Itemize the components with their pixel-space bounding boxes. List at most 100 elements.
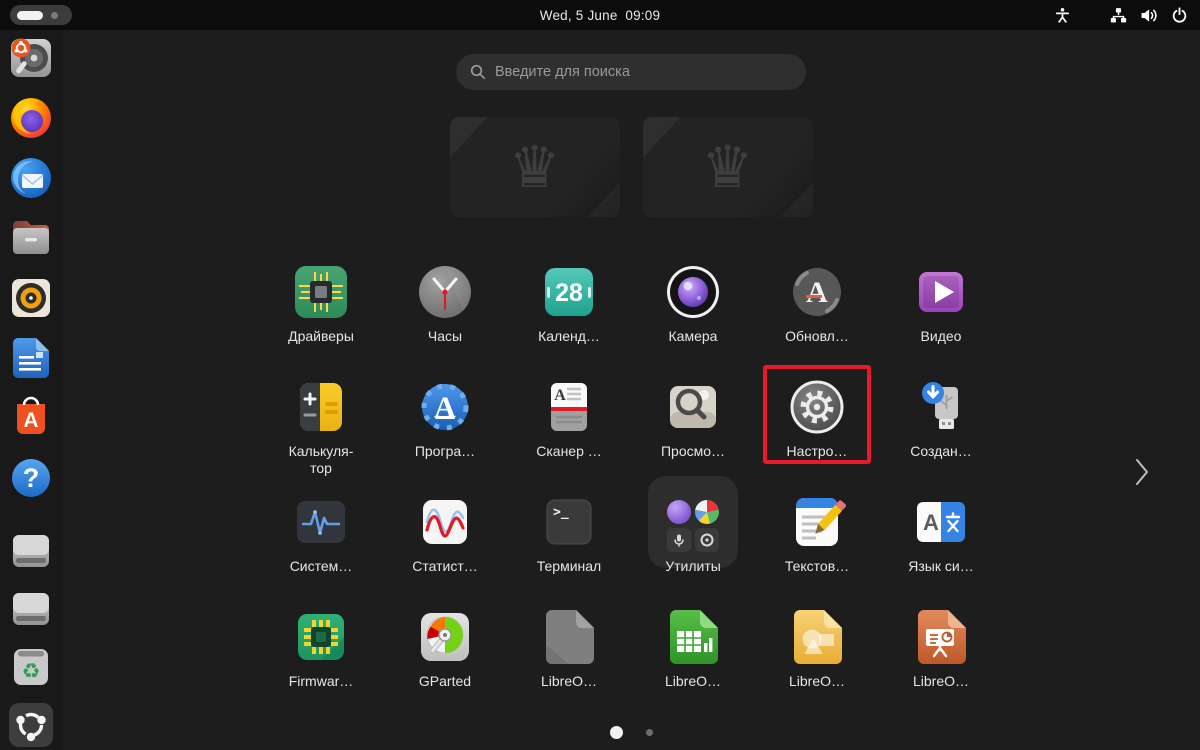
app-label: Сканер … <box>536 443 602 459</box>
app-label: LibreO… <box>540 673 598 689</box>
app-software-updater[interactable]: A Обновл… <box>755 252 879 367</box>
document-scanner-icon: A <box>551 383 587 431</box>
libreoffice-calc-icon <box>670 610 718 664</box>
app-text-editor[interactable]: Текстов… <box>755 482 879 597</box>
system-tray[interactable] <box>1054 0 1188 30</box>
app-settings[interactable]: Настро… <box>755 365 879 482</box>
app-gparted[interactable]: GParted <box>383 597 507 712</box>
app-drivers[interactable]: Драйверы <box>259 252 383 367</box>
app-terminal[interactable]: >_ Терминал <box>507 482 631 597</box>
app-label: LibreO… <box>912 673 970 689</box>
software-store-icon: A <box>421 383 469 431</box>
dock-ubuntu-installer[interactable] <box>7 34 55 82</box>
search-bar[interactable] <box>456 54 806 90</box>
mini-microphone-icon <box>667 528 691 552</box>
libreoffice-startcenter-icon <box>546 610 594 664</box>
mini-pie-chart-icon <box>695 500 719 524</box>
app-camera[interactable]: Камера <box>631 252 755 367</box>
svg-text:A: A <box>554 387 566 404</box>
app-label: Часы <box>427 328 463 344</box>
dock-trash[interactable]: ♻ <box>7 643 55 691</box>
video-player-icon <box>919 272 963 312</box>
dock-help[interactable]: ? <box>7 454 55 502</box>
network-wired-icon[interactable] <box>1110 7 1127 24</box>
dock-libreoffice-writer[interactable] <box>7 334 55 382</box>
libreoffice-impress-icon <box>918 610 966 664</box>
svg-text:?: ? <box>23 463 40 493</box>
svg-text:♻: ♻ <box>22 659 41 683</box>
libreoffice-draw-icon <box>794 610 842 664</box>
app-software[interactable]: A Програ… <box>383 367 507 482</box>
app-label: LibreO… <box>664 673 722 689</box>
show-apps-ubuntu-icon <box>9 703 53 747</box>
system-monitor-icon <box>297 501 345 543</box>
dock-drive-2[interactable] <box>7 585 55 633</box>
dock-show-apps-button[interactable] <box>7 701 55 749</box>
page-indicator <box>62 726 1200 739</box>
app-clocks[interactable]: Часы <box>383 252 507 367</box>
annotation-highlight-box <box>763 365 871 464</box>
app-grid: Драйверы Часы 28 Календ… Камера A Обновл… <box>259 252 1003 712</box>
app-libreoffice-impress[interactable]: LibreO… <box>879 597 1003 712</box>
files-folder-icon <box>13 221 49 254</box>
app-videos[interactable]: Видео <box>879 252 1003 367</box>
dock-app-center[interactable]: A <box>7 394 55 442</box>
clock-menu[interactable]: Wed, 5 June 09:09 <box>0 8 1200 23</box>
app-label: Систем… <box>289 558 353 574</box>
app-calculator[interactable]: Калькуля- тор <box>259 367 383 482</box>
page-dot-active[interactable] <box>609 726 623 739</box>
wallpaper-crown-emblem: ♛ <box>508 133 561 201</box>
search-input[interactable] <box>495 64 792 80</box>
app-libreoffice-startcenter[interactable]: LibreO… <box>507 597 631 712</box>
svg-text:>_: >_ <box>553 505 569 520</box>
dock: A ? ♻ <box>0 30 62 750</box>
app-system-monitor[interactable]: Систем… <box>259 482 383 597</box>
accessibility-icon[interactable] <box>1054 7 1071 24</box>
next-page-chevron-icon[interactable] <box>1131 456 1153 493</box>
calendar-icon: 28 <box>545 268 593 316</box>
mini-disk-icon <box>695 528 719 552</box>
wallpaper-crown-emblem: ♛ <box>701 133 754 201</box>
app-label: Статист… <box>412 558 478 574</box>
clock-icon <box>419 266 471 318</box>
dock-firefox[interactable] <box>7 94 55 142</box>
drive-icon <box>13 593 49 625</box>
app-libreoffice-calc[interactable]: LibreO… <box>631 597 755 712</box>
app-label: Язык си… <box>908 558 974 574</box>
drivers-chip-icon <box>295 266 347 318</box>
dock-thunderbird[interactable] <box>7 154 55 202</box>
help-icon: ? <box>12 459 50 497</box>
trash-icon: ♻ <box>14 649 48 685</box>
app-startup-disk-creator[interactable]: Создан… <box>879 367 1003 482</box>
dock-files[interactable] <box>7 214 55 262</box>
volume-icon[interactable] <box>1140 7 1158 24</box>
app-calendar[interactable]: 28 Календ… <box>507 252 631 367</box>
app-image-viewer[interactable]: Просмо… <box>631 367 755 482</box>
app-label: Калькуля- тор <box>288 443 354 476</box>
thunderbird-icon <box>11 158 51 198</box>
app-language-support[interactable]: A Язык си… <box>879 482 1003 597</box>
power-icon[interactable] <box>1171 6 1188 24</box>
page-dot-inactive[interactable] <box>645 729 653 736</box>
workspace-thumbnail-2[interactable]: ♛ <box>642 117 813 217</box>
app-firmware-updater[interactable]: Firmwar… <box>259 597 383 712</box>
app-libreoffice-draw[interactable]: LibreO… <box>755 597 879 712</box>
app-label: Текстов… <box>784 558 850 574</box>
dock-drive-1[interactable] <box>7 527 55 575</box>
ubuntu-installer-icon <box>11 38 51 77</box>
drive-icon <box>13 535 49 567</box>
app-label: GParted <box>418 673 472 689</box>
svg-text:28: 28 <box>555 279 583 307</box>
svg-text:A: A <box>923 510 939 535</box>
camera-lens-icon <box>667 266 719 318</box>
firefox-icon <box>11 98 51 138</box>
folder-utilities[interactable]: Утилиты <box>631 476 755 597</box>
app-document-scanner[interactable]: A Сканер … <box>507 367 631 482</box>
workspace-thumbnails: ♛ ♛ <box>62 117 1200 217</box>
dock-rhythmbox[interactable] <box>7 274 55 322</box>
app-center-icon: A <box>17 396 45 434</box>
app-usage[interactable]: Статист… <box>383 482 507 597</box>
calculator-icon <box>300 383 342 431</box>
usage-stats-icon <box>423 500 467 544</box>
workspace-thumbnail-1[interactable]: ♛ <box>449 117 620 217</box>
